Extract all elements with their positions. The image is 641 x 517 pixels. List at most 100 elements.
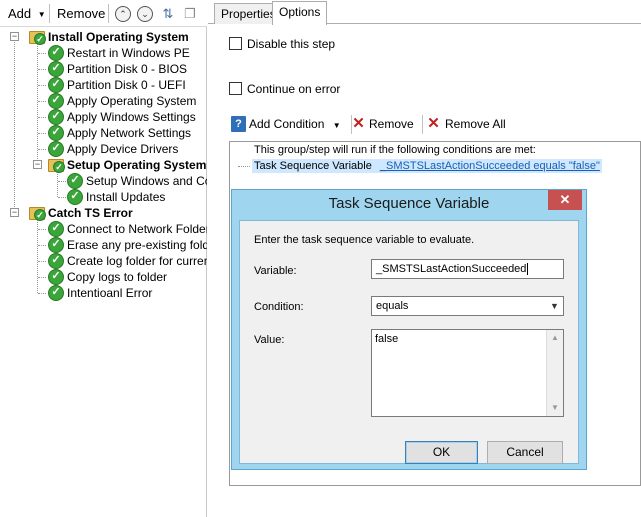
condition-prefix: Task Sequence Variable [254,160,372,172]
check-icon: ✓ [48,285,64,301]
check-icon: ✓ [48,253,64,269]
step-label: Restart in Windows PE [67,46,190,60]
folder-icon: ✓ [29,29,46,45]
close-icon[interactable]: ✕ [548,190,582,210]
tree-line [38,293,46,294]
remove-all-button[interactable]: Remove All [445,117,506,131]
check-icon: ✓ [48,109,64,125]
step-label: Create log folder for current m [67,254,207,268]
collapse-toggle[interactable]: − [10,208,19,217]
text-caret [527,263,529,275]
folder-icon: ✓ [29,205,46,221]
ok-button[interactable]: OK [405,441,478,464]
check-icon: ✓ [48,125,64,141]
checkbox-label: Continue on error [247,82,341,96]
tab-bar: Properties Options [208,0,641,25]
add-condition-label: Add Condition [249,117,325,131]
tree-line [38,133,46,134]
toolbar-divider [108,4,109,23]
check-icon: ✓ [48,77,64,93]
value-textarea[interactable]: false ▲ ▼ [371,329,564,417]
dialog-title: Task Sequence Variable [328,195,490,212]
condition-link[interactable]: _SMSTSLastActionSucceeded equals "false" [380,160,600,172]
task-sequence-variable-dialog: Task Sequence Variable ✕ Enter the task … [231,189,587,470]
step-label: Copy logs to folder [67,270,168,284]
check-icon: ✓ [48,45,64,61]
tree-line [37,43,38,165]
copy-icon[interactable]: ❐ [182,5,198,22]
condition-item[interactable]: Task Sequence Variable _SMSTSLastActionS… [252,159,602,173]
step-label: Apply Device Drivers [67,142,179,156]
condition-select-value: equals [376,300,409,312]
tree-line [58,181,66,182]
chevron-down-icon: ▼ [37,10,46,20]
tree-line [37,219,38,293]
tree-line [38,85,46,86]
checkbox-box[interactable] [229,37,242,50]
step-label: Apply Operating System [67,94,197,108]
check-icon: ✓ [48,237,64,253]
conditions-intro-text: This group/step will run if the followin… [254,144,536,156]
tree-line [38,53,46,54]
value-scrollbar[interactable]: ▲ ▼ [546,330,563,416]
step-label: Apply Windows Settings [67,110,196,124]
step-label: Partition Disk 0 - BIOS [67,62,188,76]
condition-select[interactable]: equals ▼ [371,296,564,316]
add-condition-button[interactable]: Add Condition ▼ [249,117,341,131]
scroll-down-icon[interactable]: ▼ [547,400,563,416]
remove-button[interactable]: Remove [57,6,105,21]
variable-label: Variable: [254,265,297,277]
cancel-button[interactable]: Cancel [487,441,563,464]
dialog-body: Enter the task sequence variable to eval… [239,220,579,464]
dialog-instruction: Enter the task sequence variable to eval… [254,234,475,246]
checkbox-box[interactable] [229,82,242,95]
step-label: Setup Windows and Con [86,174,207,188]
step-label: Apply Network Settings [67,126,192,140]
condition-label: Condition: [254,301,304,313]
task-sequence-toolbar: Add ▼ Remove ⌃ ⌄ ⇅ ❐ [0,0,207,27]
add-menu-button[interactable]: Add ▼ [8,6,46,21]
check-icon: ✓ [48,93,64,109]
tree-line [238,166,250,167]
remove-x-icon: ✕ [352,115,365,132]
tree-line [38,245,46,246]
remove-condition-button[interactable]: Remove [369,117,414,131]
toolbar-divider [49,4,50,23]
check-icon: ✓ [48,141,64,157]
check-icon: ✓ [67,189,83,205]
step-label: Install Updates [86,190,166,204]
toolbar-divider [422,115,423,134]
group-label: Install Operating System [48,30,189,44]
tree-line [14,37,15,213]
folder-icon: ✓ [48,157,65,173]
tree-line [38,69,46,70]
condition-toolbar: ? Add Condition ▼ ✕ Remove ✕ Remove All [228,112,638,138]
task-sequence-tree: − ✓ Install Operating System ✓ Restart i… [0,27,207,517]
tree-line [38,277,46,278]
tree-line [38,117,46,118]
collapse-toggle[interactable]: − [33,160,42,169]
group-label: Catch TS Error [48,206,133,220]
chevron-down-icon: ▼ [332,121,341,130]
tab-options[interactable]: Options [272,1,328,25]
move-up-icon[interactable]: ⌃ [115,6,131,22]
refresh-icon[interactable]: ⇅ [160,5,176,22]
step-label: Erase any pre-existing folder f [67,238,207,252]
remove-all-x-icon: ✕ [427,115,440,132]
scroll-up-icon[interactable]: ▲ [547,330,563,346]
check-icon: ✓ [48,221,64,237]
step-label: Partition Disk 0 - UEFI [67,78,186,92]
check-icon: ✓ [48,269,64,285]
tree-line [58,197,66,198]
variable-input[interactable]: _SMSTSLastActionSucceeded [371,259,564,279]
checkbox-label: Disable this step [247,37,336,51]
step-label: Connect to Network Folder [67,222,207,236]
value-textarea-text: false [375,333,399,345]
tree-line [38,261,46,262]
chevron-down-icon: ▼ [550,301,559,311]
task-sequence-panel: Add ▼ Remove ⌃ ⌄ ⇅ ❐ − ✓ Install Operati… [0,0,207,517]
collapse-toggle[interactable]: − [10,32,19,41]
variable-input-value: _SMSTSLastActionSucceeded [376,263,527,275]
add-label: Add [8,6,32,21]
move-down-icon[interactable]: ⌄ [137,6,153,22]
